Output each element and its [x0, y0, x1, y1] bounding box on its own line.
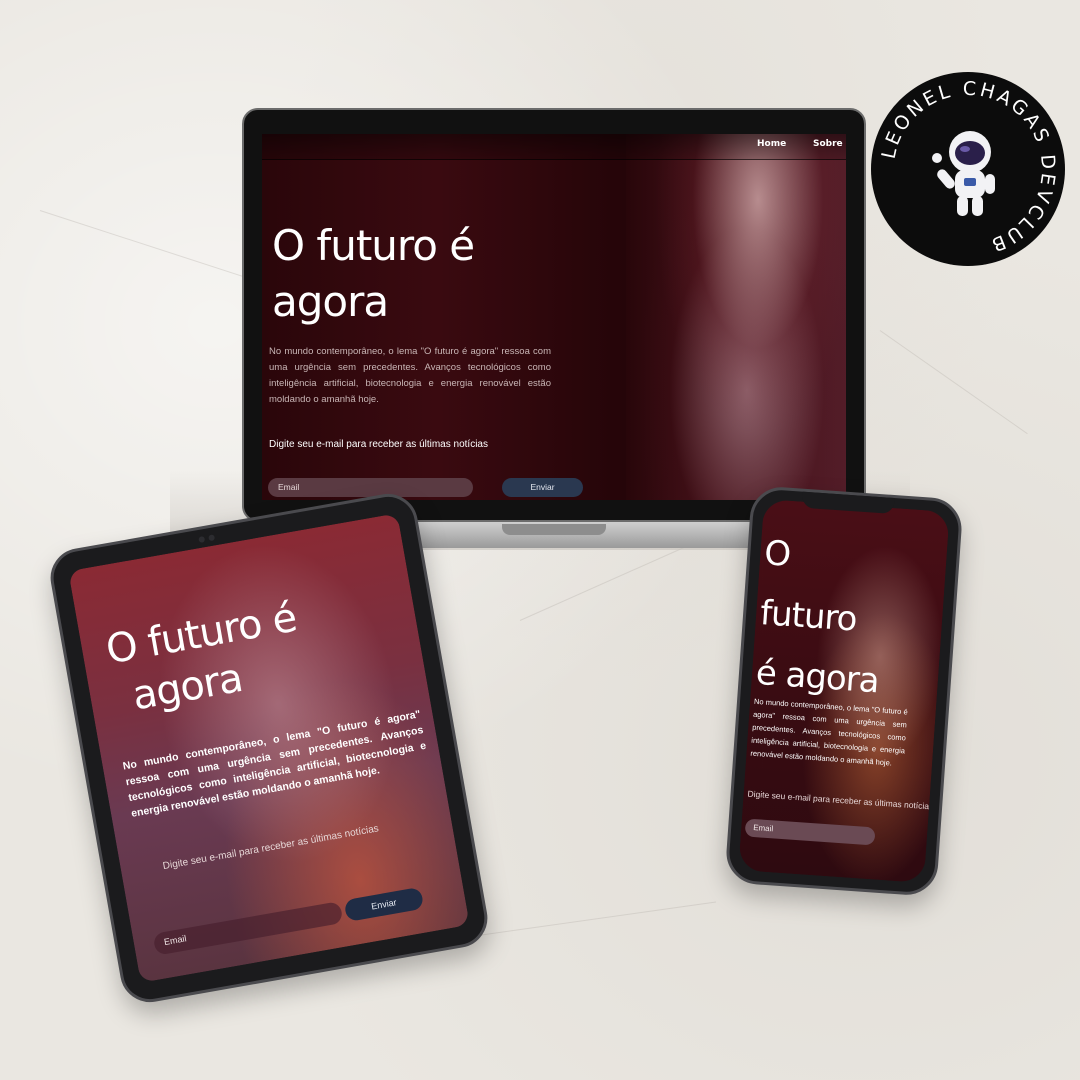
- phone-hero-title: O futuro é agora: [754, 523, 916, 713]
- tablet-hero-title: O futuro é agora: [102, 581, 375, 725]
- phone-title-line: O: [763, 533, 792, 575]
- paper-crease: [879, 330, 1028, 435]
- send-button[interactable]: Enviar: [502, 478, 583, 497]
- tablet-send-button[interactable]: Enviar: [343, 886, 425, 923]
- hero-title-line: O futuro é: [272, 221, 475, 270]
- navbar: Home Sobre N: [262, 134, 846, 160]
- phone-screen: O futuro é agora No mundo contemporâneo,…: [738, 498, 950, 884]
- astronaut-icon: [932, 131, 995, 216]
- tablet-camera: [198, 531, 229, 543]
- hero-paragraph: No mundo contemporâneo, o lema "O futuro…: [269, 346, 551, 405]
- hero-title: O futuro é agora: [272, 218, 532, 330]
- nav-link-home[interactable]: Home: [757, 139, 786, 149]
- phone-frame: O futuro é agora No mundo contemporâneo,…: [724, 485, 964, 897]
- brand-badge: LEONEL CHAGAS DEVCLUB: [871, 72, 1065, 266]
- tablet-email-input[interactable]: Email: [152, 901, 344, 956]
- email-input[interactable]: Email: [268, 478, 473, 497]
- nav-link-sobre[interactable]: Sobre N: [813, 139, 846, 149]
- laptop-screen: Home Sobre N O futuro é agora No mundo c…: [262, 134, 846, 500]
- badge-logo: LEONEL CHAGAS DEVCLUB: [878, 78, 1057, 257]
- phone-email-input[interactable]: Email: [744, 818, 876, 846]
- laptop-notch: [502, 524, 606, 535]
- tablet-newsletter-label: Digite seu e-mail para receber as última…: [162, 823, 380, 873]
- phone-newsletter-label: Digite seu e-mail para receber as última…: [747, 788, 934, 812]
- phone-title-line: futuro: [758, 593, 858, 640]
- tablet-frame: O futuro é agora No mundo contemporâneo,…: [45, 489, 493, 1007]
- hero-title-line: agora: [272, 277, 389, 326]
- phone-paragraph: No mundo contemporâneo, o lema "O futuro…: [750, 696, 909, 768]
- newsletter-label: Digite seu e-mail para receber as última…: [269, 439, 488, 450]
- tablet-paragraph: No mundo contemporâneo, o lema "O futuro…: [121, 708, 428, 820]
- astronaut-photo: [626, 134, 846, 500]
- tablet-screen: O futuro é agora No mundo contemporâneo,…: [68, 513, 470, 983]
